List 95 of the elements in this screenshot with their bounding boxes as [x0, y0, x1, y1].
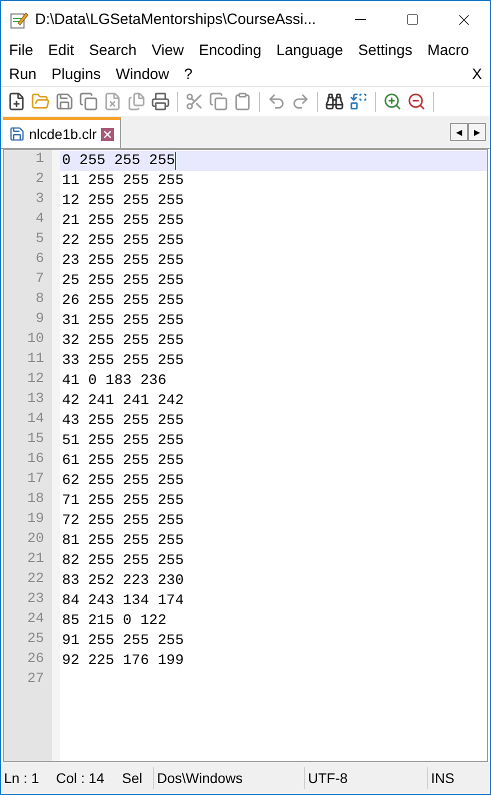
- printer-icon[interactable]: [151, 92, 170, 111]
- line-number: 17: [26, 471, 45, 489]
- line-number: 26: [26, 651, 45, 669]
- code-line: 22 255 255 255: [61, 233, 184, 249]
- line-number: 8: [34, 291, 45, 309]
- binoculars-icon[interactable]: [325, 92, 344, 111]
- line-number: 14: [26, 411, 45, 429]
- code-line: 26 255 255 255: [61, 293, 184, 309]
- line-number: 27: [26, 671, 45, 689]
- tab-scroll-button[interactable]: ◀: [450, 123, 468, 141]
- line-number: 2: [34, 171, 45, 189]
- code-line: 41 0 183 236: [61, 373, 166, 389]
- line-number: 13: [26, 391, 45, 409]
- close-file-icon[interactable]: [103, 92, 122, 111]
- code-line: 23 255 255 255: [61, 253, 184, 269]
- code-line: 51 255 255 255: [61, 433, 184, 449]
- code-line: 83 252 223 230: [61, 573, 184, 589]
- code-line: 81 255 255 255: [61, 533, 184, 549]
- status-field: Ln : 1: [1, 770, 53, 786]
- menu-item[interactable]: File: [9, 42, 34, 58]
- line-number: 6: [34, 251, 45, 269]
- line-number: 21: [26, 551, 45, 569]
- line-number: 20: [26, 531, 45, 549]
- line-number: 18: [26, 491, 45, 509]
- code-line: 21 255 255 255: [61, 213, 184, 229]
- file-tab[interactable]: nlcde1b.clr: [3, 117, 121, 148]
- line-number: 9: [34, 311, 45, 329]
- code-line: 32 255 255 255: [61, 333, 184, 349]
- code-line: 12 255 255 255: [61, 193, 184, 209]
- line-number: 5: [34, 231, 45, 249]
- menu-item[interactable]: Edit: [48, 42, 74, 58]
- code-line: 82 255 255 255: [61, 553, 184, 569]
- line-number: 3: [34, 191, 45, 209]
- line-number: 1: [34, 151, 45, 169]
- code-line: 71 255 255 255: [61, 493, 184, 509]
- line-number: 7: [34, 271, 45, 289]
- code-line: 92 225 176 199: [61, 653, 184, 669]
- text-cursor: [175, 152, 176, 170]
- code-line: 85 215 0 122: [61, 613, 166, 629]
- menu-item[interactable]: Plugins: [52, 66, 101, 82]
- status-field: INS: [428, 770, 478, 786]
- menu-item[interactable]: ?: [184, 66, 192, 82]
- code-line: 25 255 255 255: [61, 273, 184, 289]
- code-line: 0 255 255 255: [61, 153, 176, 169]
- window-title: D:\Data\LGSetaMentorships\CourseAssi...: [34, 11, 317, 28]
- minimize-icon: [354, 19, 366, 20]
- code-line: 72 255 255 255: [61, 513, 184, 529]
- menu-item[interactable]: Language: [276, 42, 344, 58]
- menu-item[interactable]: Search: [89, 42, 137, 58]
- line-number: 19: [26, 511, 45, 529]
- copy-icon[interactable]: [209, 92, 228, 111]
- line-number: 11: [26, 351, 45, 369]
- line-number: 23: [26, 591, 45, 609]
- line-number: 16: [26, 451, 45, 469]
- menu-item[interactable]: View: [152, 42, 184, 58]
- code-line: 31 255 255 255: [61, 313, 184, 329]
- code-line: 84 243 134 174: [61, 593, 184, 609]
- code-line: 33 255 255 255: [61, 353, 184, 369]
- menu-item[interactable]: Run: [9, 66, 37, 82]
- menu-item[interactable]: Window: [116, 66, 170, 82]
- code-line: 42 241 241 242: [61, 393, 184, 409]
- menu-item[interactable]: Encoding: [198, 42, 262, 58]
- clipboard-icon[interactable]: [233, 92, 252, 111]
- code-line: 61 255 255 255: [61, 453, 184, 469]
- close-document-button[interactable]: X: [472, 66, 482, 82]
- zoom-in-icon[interactable]: [383, 92, 402, 111]
- line-number: 12: [26, 371, 45, 389]
- maximize-icon: [406, 13, 418, 26]
- close-icon[interactable]: [100, 128, 114, 140]
- code-line: 11 255 255 255: [61, 173, 184, 189]
- scissors-icon[interactable]: [185, 92, 204, 111]
- code-line: 43 255 255 255: [61, 413, 184, 429]
- replace-icon[interactable]: [349, 92, 368, 111]
- new-file-icon[interactable]: [7, 92, 26, 111]
- zoom-out-icon[interactable]: [407, 92, 426, 111]
- undo-icon[interactable]: [267, 92, 286, 111]
- line-number: 10: [26, 331, 45, 349]
- redo-icon[interactable]: [291, 92, 310, 111]
- line-number: 25: [26, 631, 45, 649]
- tab-scroll-button[interactable]: ▶: [468, 123, 486, 141]
- status-field: Dos\Windows: [154, 770, 304, 786]
- status-field: Sel: [119, 770, 153, 786]
- code-line: 62 255 255 255: [61, 473, 184, 489]
- code-line: 91 255 255 255: [61, 633, 184, 649]
- line-number: 15: [26, 431, 45, 449]
- menu-item[interactable]: Settings: [358, 42, 412, 58]
- menu-item[interactable]: Macro: [427, 42, 470, 58]
- line-number: 4: [34, 211, 45, 229]
- status-field: UTF-8: [305, 770, 427, 786]
- save-icon[interactable]: [55, 92, 74, 111]
- line-number: 24: [26, 611, 45, 629]
- folder-icon[interactable]: [31, 92, 50, 111]
- line-number: 22: [26, 571, 45, 589]
- save-icon: [9, 126, 25, 142]
- status-field: Col : 14: [53, 770, 119, 786]
